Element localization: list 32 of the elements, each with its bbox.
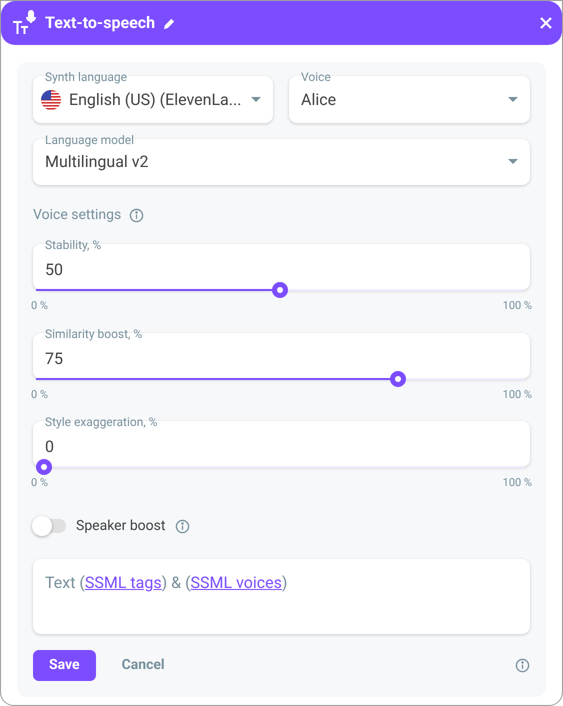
max-label: 100 % — [502, 386, 532, 402]
close-icon[interactable] — [540, 17, 552, 29]
caret-icon — [508, 159, 518, 165]
field-value: 50 — [45, 259, 63, 281]
section-title: Voice settings — [33, 206, 122, 225]
select-value: Alice — [300, 89, 336, 111]
slider-thumb[interactable] — [36, 459, 52, 475]
info-icon[interactable] — [175, 518, 190, 534]
select-value: Multilingual v2 — [45, 151, 150, 173]
text-speech-icon — [11, 10, 37, 36]
placeholder-text: Text (SSML tags) & (SSML voices) — [45, 572, 288, 592]
min-label: 0 % — [31, 475, 48, 491]
slider-thumb[interactable] — [272, 282, 288, 298]
caret-icon — [251, 96, 261, 102]
ssml-link[interactable]: SSML voices — [190, 572, 282, 592]
ssml-link[interactable]: SSML tags — [84, 572, 162, 592]
toggle-switch[interactable] — [33, 519, 66, 533]
max-label: 100 % — [502, 298, 532, 314]
info-icon[interactable] — [129, 208, 144, 223]
field-value: 75 — [45, 348, 63, 370]
field-value: 0 — [45, 436, 54, 458]
save-button[interactable]: Save — [33, 650, 96, 680]
min-label: 0 % — [31, 298, 48, 314]
min-label: 0 % — [31, 386, 48, 402]
info-icon[interactable] — [515, 658, 530, 672]
pencil-icon[interactable] — [163, 16, 176, 30]
select-value: English (US) (ElevenLa... — [69, 89, 242, 111]
max-label: 100 % — [502, 475, 532, 491]
toggle-label: Speaker boost — [76, 516, 166, 536]
window-title: Text-to-speech — [45, 12, 156, 34]
caret-icon — [508, 96, 518, 102]
text-area[interactable]: Text (SSML tags) & (SSML voices) — [33, 558, 530, 634]
